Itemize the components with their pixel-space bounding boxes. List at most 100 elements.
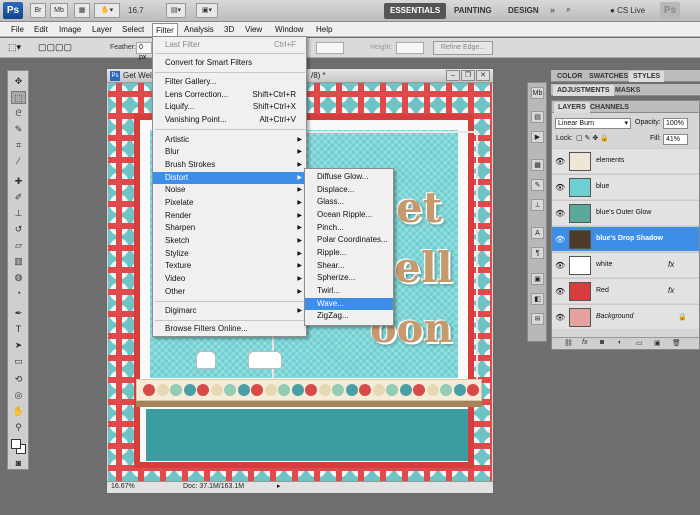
width-input[interactable] bbox=[316, 42, 344, 54]
feather-input[interactable]: 0 px bbox=[136, 42, 152, 61]
status-zoom[interactable]: 16.67% bbox=[111, 483, 135, 490]
layer-effects-icon[interactable]: fx bbox=[668, 286, 674, 295]
pen-tool-icon[interactable]: ✒ bbox=[11, 307, 26, 320]
tab-swatches[interactable]: SWATCHES bbox=[585, 71, 632, 82]
menu-digimarc[interactable]: Digimarc ▶ bbox=[153, 305, 306, 317]
menu-liquify[interactable]: Liquify... Shift+Ctrl+X bbox=[153, 101, 306, 113]
menu-sharpen[interactable]: Sharpen ▶ bbox=[153, 222, 306, 234]
layer-row[interactable]: 👁 blue's Outer Glow bbox=[552, 200, 699, 225]
menu-layer[interactable]: Layer bbox=[89, 23, 115, 36]
tab-styles[interactable]: STYLES bbox=[629, 71, 665, 82]
menu-video[interactable]: Video ▶ bbox=[153, 273, 306, 285]
menu-polar-coordinates[interactable]: Polar Coordinates... bbox=[305, 234, 393, 246]
menu-vanishing-point[interactable]: Vanishing Point... Alt+Ctrl+V bbox=[153, 114, 306, 126]
menu-select[interactable]: Select bbox=[119, 23, 147, 36]
menu-other[interactable]: Other ▶ bbox=[153, 286, 306, 298]
brush-icon[interactable]: ✎ bbox=[531, 179, 544, 191]
3d-orbit-icon[interactable]: ◎ bbox=[11, 389, 26, 402]
menu-window[interactable]: Window bbox=[272, 23, 306, 36]
tab-adjustments[interactable]: ADJUSTMENTS bbox=[553, 85, 614, 96]
paragraph-icon[interactable]: ¶ bbox=[531, 247, 544, 259]
menu-noise[interactable]: Noise ▶ bbox=[153, 184, 306, 196]
eye-icon[interactable]: 👁 bbox=[555, 261, 565, 270]
layer-row[interactable]: 👁 white fx bbox=[552, 252, 699, 277]
screen-mode-button[interactable]: ▣▾ bbox=[196, 3, 218, 18]
layer-row[interactable]: 👁 Background 🔒 bbox=[552, 304, 699, 329]
actions-icon[interactable]: ▶ bbox=[531, 131, 544, 143]
move-tool-icon[interactable]: ✥ bbox=[11, 75, 26, 88]
link-layers-icon[interactable]: ⛓ bbox=[564, 339, 573, 347]
delete-layer-icon[interactable]: 🗑 bbox=[672, 339, 681, 347]
menu-texture[interactable]: Texture ▶ bbox=[153, 260, 306, 272]
selection-mode-icons[interactable]: ▢▢▢▢ bbox=[38, 42, 72, 53]
restore-icon[interactable]: ❐ bbox=[461, 70, 475, 81]
workspace-painting[interactable]: PAINTING bbox=[448, 3, 498, 19]
zoom-level[interactable]: 16.7 bbox=[128, 6, 144, 15]
menu-image[interactable]: Image bbox=[56, 23, 84, 36]
workspace-essentials[interactable]: ESSENTIALS bbox=[384, 3, 447, 19]
menu-blur[interactable]: Blur ▶ bbox=[153, 146, 306, 158]
new-layer-icon[interactable]: ▣ bbox=[654, 339, 661, 347]
menu-convert-smart-filters[interactable]: Convert for Smart Filters bbox=[153, 57, 306, 69]
layer-comps-icon[interactable]: ◧ bbox=[531, 293, 544, 305]
fill-input[interactable]: 41% bbox=[663, 134, 688, 145]
layer-row[interactable]: 👁 blue bbox=[552, 174, 699, 199]
crop-tool-icon[interactable]: ⌗ bbox=[11, 139, 26, 152]
tab-color[interactable]: COLOR bbox=[553, 71, 586, 82]
menu-stylize[interactable]: Stylize ▶ bbox=[153, 248, 306, 260]
menu-shear[interactable]: Shear... bbox=[305, 260, 393, 272]
hand-tool-icon[interactable]: ✋ bbox=[11, 405, 26, 418]
eye-icon[interactable]: 👁 bbox=[555, 209, 565, 218]
quick-select-tool-icon[interactable]: ✎ bbox=[11, 123, 26, 136]
menu-displace[interactable]: Displace... bbox=[305, 184, 393, 196]
menu-filter-gallery[interactable]: Filter Gallery... bbox=[153, 76, 306, 88]
path-select-icon[interactable]: ➤ bbox=[11, 339, 26, 352]
tab-masks[interactable]: MASKS bbox=[611, 85, 644, 96]
menu-glass[interactable]: Glass... bbox=[305, 196, 393, 208]
adjustment-layer-icon[interactable]: ◐ bbox=[618, 339, 622, 346]
tab-channels[interactable]: CHANNELS bbox=[586, 102, 633, 113]
menu-analysis[interactable]: Analysis bbox=[181, 23, 217, 36]
shape-tool-icon[interactable]: ▭ bbox=[11, 355, 26, 368]
character-icon[interactable]: A bbox=[531, 227, 544, 239]
menu-artistic[interactable]: Artistic ▶ bbox=[153, 134, 306, 146]
marquee-tool-icon[interactable]: ⬚ bbox=[11, 91, 26, 104]
refine-edge-button[interactable]: Refine Edge... bbox=[433, 41, 493, 55]
add-mask-icon[interactable]: ◙ bbox=[600, 339, 604, 346]
eye-icon[interactable]: 👁 bbox=[555, 183, 565, 192]
menu-zigzag[interactable]: ZigZag... bbox=[305, 310, 393, 322]
eye-icon[interactable]: 👁 bbox=[555, 287, 565, 296]
clone-stamp-icon[interactable]: ⊥ bbox=[11, 207, 26, 220]
mini-bridge-button[interactable]: Mb bbox=[50, 3, 68, 18]
menu-render[interactable]: Render ▶ bbox=[153, 210, 306, 222]
eye-icon[interactable]: 👁 bbox=[555, 235, 565, 244]
hand-tool-button[interactable]: ✋▾ bbox=[94, 3, 120, 18]
blend-mode-select[interactable]: Linear Burn ▾ bbox=[555, 118, 631, 129]
minimize-icon[interactable]: – bbox=[446, 70, 460, 81]
menu-distort[interactable]: Distort ▶ bbox=[153, 172, 306, 184]
menu-file[interactable]: File bbox=[8, 23, 27, 36]
foreground-color-swatch[interactable] bbox=[11, 439, 21, 449]
menu-browse-filters-online[interactable]: Browse Filters Online... bbox=[153, 323, 306, 335]
menu-pixelate[interactable]: Pixelate ▶ bbox=[153, 197, 306, 209]
menu-wave[interactable]: Wave... bbox=[305, 298, 393, 310]
menu-ocean-ripple[interactable]: Ocean Ripple... bbox=[305, 209, 393, 221]
eraser-tool-icon[interactable]: ▱ bbox=[11, 239, 26, 252]
close-icon[interactable]: ✕ bbox=[476, 70, 490, 81]
eyedropper-tool-icon[interactable]: ⁄ bbox=[11, 155, 26, 168]
swatches-icon[interactable]: ▦ bbox=[531, 159, 544, 171]
tool-presets-icon[interactable]: ▣ bbox=[531, 273, 544, 285]
quick-mask-icon[interactable]: ◙ bbox=[11, 457, 26, 470]
menu-pinch[interactable]: Pinch... bbox=[305, 222, 393, 234]
bridge-button[interactable]: Br bbox=[30, 3, 46, 18]
new-group-icon[interactable]: ▭ bbox=[636, 339, 643, 347]
type-tool-icon[interactable]: T bbox=[11, 323, 26, 336]
opacity-input[interactable]: 100% bbox=[663, 118, 688, 129]
lasso-tool-icon[interactable]: ᘓ bbox=[11, 107, 26, 120]
gradient-tool-icon[interactable]: ▥ bbox=[11, 255, 26, 268]
menu-spherize[interactable]: Spherize... bbox=[305, 272, 393, 284]
eye-icon[interactable]: 👁 bbox=[555, 313, 565, 322]
add-style-icon[interactable]: fx bbox=[582, 339, 587, 346]
menu-filter[interactable]: Filter bbox=[152, 23, 178, 36]
brush-tool-icon[interactable]: ✐ bbox=[11, 191, 26, 204]
